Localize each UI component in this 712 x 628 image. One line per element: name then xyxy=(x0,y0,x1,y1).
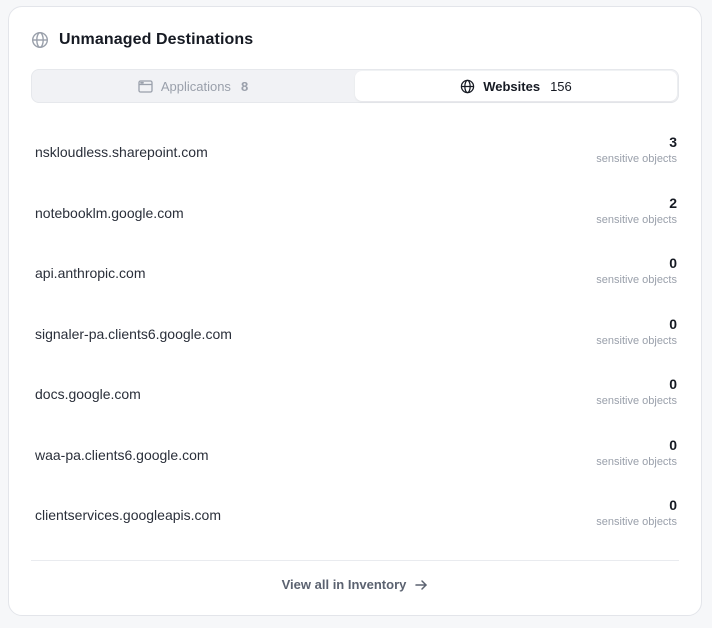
list-item[interactable]: signaler-pa.clients6.google.com 0 sensit… xyxy=(35,315,677,376)
arrow-right-icon xyxy=(414,578,428,592)
destination-stats: 0 sensitive objects xyxy=(596,496,677,528)
list-item[interactable]: notebooklm.google.com 2 sensitive object… xyxy=(35,194,677,255)
destination-domain: api.anthropic.com xyxy=(35,265,146,281)
list-item[interactable]: waa-pa.clients6.google.com 0 sensitive o… xyxy=(35,436,677,497)
sensitive-count: 3 xyxy=(669,134,677,150)
tab-applications-count: 8 xyxy=(240,78,249,94)
sensitive-count: 0 xyxy=(669,315,677,332)
destination-domain: waa-pa.clients6.google.com xyxy=(35,446,209,463)
sensitive-label: sensitive objects xyxy=(596,455,677,468)
globe-icon xyxy=(460,79,475,94)
destination-domain: clientservices.googleapis.com xyxy=(35,507,221,523)
destination-stats: 3 sensitive objects xyxy=(596,133,677,165)
sensitive-label: sensitive objects xyxy=(596,395,677,407)
destination-stats: 0 sensitive objects xyxy=(596,375,677,407)
view-all-inventory-link[interactable]: View all in Inventory xyxy=(31,577,679,592)
sensitive-count: 0 xyxy=(669,497,677,513)
list-item[interactable]: docs.google.com 0 sensitive objects xyxy=(35,375,677,436)
tab-websites-label: Websites xyxy=(483,78,541,94)
destination-stats: 0 sensitive objects xyxy=(596,436,677,468)
tab-websites[interactable]: Websites 156 xyxy=(355,71,677,101)
sensitive-label: sensitive objects xyxy=(596,334,677,347)
sensitive-count: 2 xyxy=(669,194,677,211)
tab-applications[interactable]: Applications 8 xyxy=(32,70,354,102)
card-header: Unmanaged Destinations xyxy=(31,31,253,49)
destination-domain: notebooklm.google.com xyxy=(35,204,184,221)
app-window-icon xyxy=(138,79,153,94)
list-item[interactable]: clientservices.googleapis.com 0 sensitiv… xyxy=(35,496,677,557)
destination-stats: 2 sensitive objects xyxy=(596,194,677,226)
sensitive-count: 0 xyxy=(669,436,677,453)
sensitive-count: 0 xyxy=(669,255,677,271)
destination-domain: signaler-pa.clients6.google.com xyxy=(35,325,232,342)
destination-tabs: Applications 8 Websites 156 xyxy=(31,69,679,103)
sensitive-count: 0 xyxy=(669,376,677,392)
sensitive-label: sensitive objects xyxy=(596,153,677,165)
card-title: Unmanaged Destinations xyxy=(59,31,254,48)
sensitive-label: sensitive objects xyxy=(596,213,677,226)
sensitive-label: sensitive objects xyxy=(596,516,677,528)
list-item[interactable]: nskloudless.sharepoint.com 3 sensitive o… xyxy=(35,133,677,194)
view-all-label: View all in Inventory xyxy=(281,577,407,592)
tab-websites-count: 156 xyxy=(550,78,572,94)
destination-stats: 0 sensitive objects xyxy=(596,315,677,347)
destination-list: nskloudless.sharepoint.com 3 sensitive o… xyxy=(35,133,677,557)
sensitive-label: sensitive objects xyxy=(596,274,677,286)
list-item[interactable]: api.anthropic.com 0 sensitive objects xyxy=(35,254,677,315)
unmanaged-destinations-card: Unmanaged Destinations Applications 8 We… xyxy=(8,6,702,616)
destination-domain: nskloudless.sharepoint.com xyxy=(35,144,208,160)
destination-stats: 0 sensitive objects xyxy=(596,254,677,286)
globe-icon xyxy=(31,31,49,49)
footer-divider xyxy=(31,560,679,561)
tab-applications-label: Applications xyxy=(160,78,231,94)
destination-domain: docs.google.com xyxy=(35,386,141,402)
